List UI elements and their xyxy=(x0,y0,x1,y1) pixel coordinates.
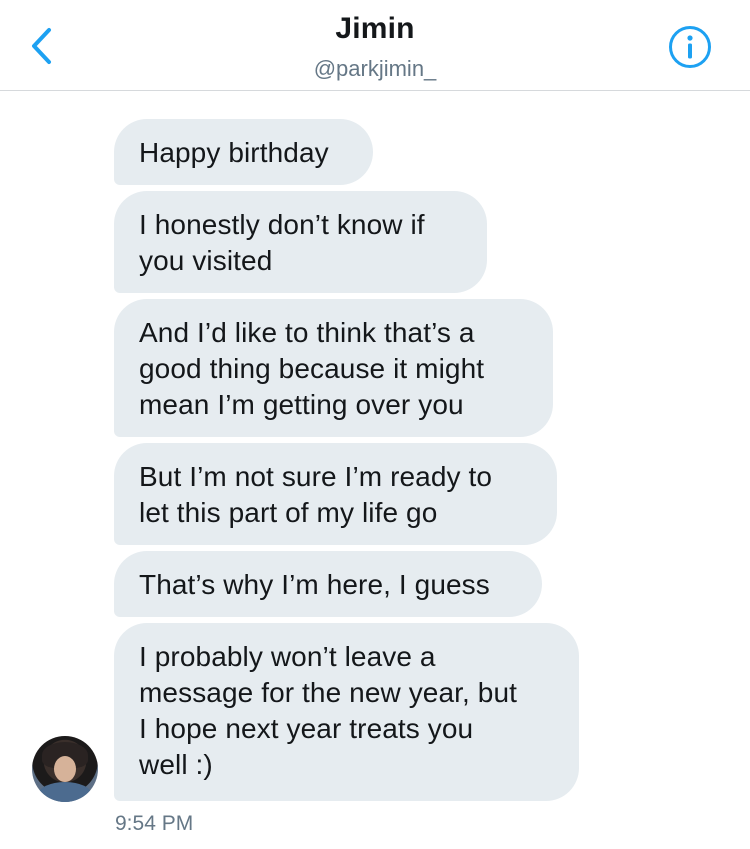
message-bubble[interactable]: That’s why I’m here, I guess xyxy=(114,551,542,617)
message-timestamp: 9:54 PM xyxy=(115,812,194,835)
message-bubble[interactable]: Happy birthday xyxy=(114,119,373,185)
avatar[interactable] xyxy=(32,736,98,802)
message-bubble[interactable]: And I’d like to think that’s a good thin… xyxy=(114,299,553,437)
avatar-face xyxy=(54,756,76,782)
info-button[interactable] xyxy=(668,25,712,69)
info-circle-icon xyxy=(669,26,711,68)
message-bubble[interactable]: But I’m not sure I’m ready to let this p… xyxy=(114,443,557,545)
avatar-shirt xyxy=(38,782,92,802)
message-thread[interactable]: Happy birthday I honestly don’t know if … xyxy=(0,90,750,849)
conversation-header: Jimin @parkjimin_ xyxy=(0,0,750,91)
message-bubble[interactable]: I probably won’t leave a message for the… xyxy=(114,623,579,801)
message-bubble[interactable]: I honestly don’t know if you visited xyxy=(114,191,487,293)
conversation-handle[interactable]: @parkjimin_ xyxy=(0,56,750,82)
conversation-title[interactable]: Jimin xyxy=(0,12,750,46)
